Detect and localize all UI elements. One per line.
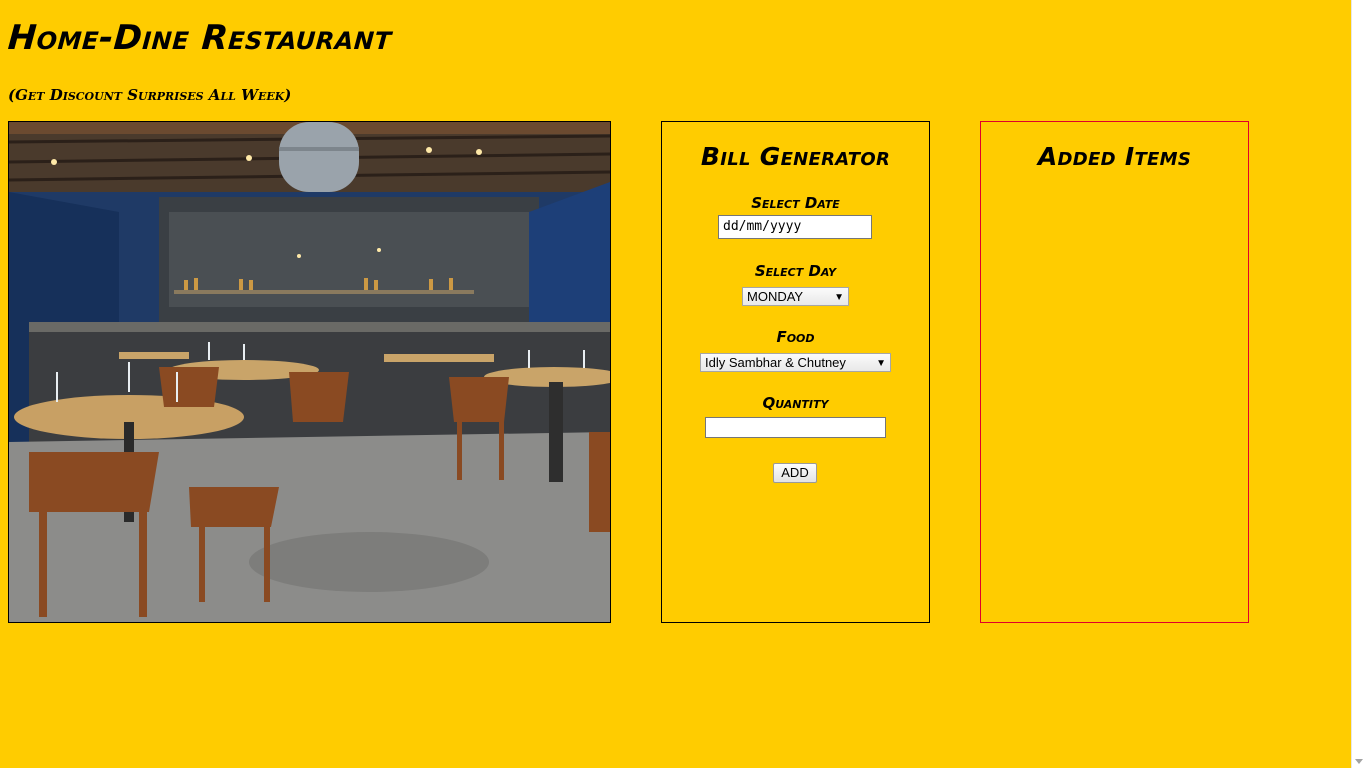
select-day-label: Select Day	[754, 262, 837, 280]
chevron-down-icon: ▼	[876, 358, 886, 369]
page: Home-Dine Restaurant (Get Discount Surpr…	[0, 0, 1366, 768]
page-title: Home-Dine Restaurant	[6, 18, 393, 58]
select-date-label: Select Date	[751, 194, 840, 212]
page-scrollbar[interactable]	[1351, 0, 1366, 768]
add-button[interactable]: ADD	[773, 463, 817, 483]
day-select-value: MONDAY	[747, 289, 804, 304]
restaurant-photo	[8, 121, 611, 623]
bill-generator-heading: Bill Generator	[700, 142, 891, 171]
quantity-label: Quantity	[762, 394, 829, 412]
scroll-down-icon[interactable]	[1355, 759, 1363, 764]
date-field[interactable]: dd/mm/yyyy	[718, 215, 872, 239]
chevron-down-icon: ▼	[834, 292, 844, 303]
page-subtitle: (Get Discount Surprises All Week)	[8, 86, 292, 104]
quantity-field[interactable]	[705, 417, 886, 438]
scrollbar-thumb[interactable]	[1355, 2, 1363, 742]
added-items-panel: Added Items	[980, 121, 1249, 623]
bill-generator-panel: Bill Generator Select Date dd/mm/yyyy Se…	[661, 121, 930, 623]
food-label: Food	[776, 328, 815, 346]
food-select-value: Idly Sambhar & Chutney	[705, 355, 846, 370]
day-select[interactable]: MONDAY ▼	[742, 287, 849, 306]
added-items-heading: Added Items	[1037, 142, 1192, 171]
food-select[interactable]: Idly Sambhar & Chutney ▼	[700, 353, 891, 372]
